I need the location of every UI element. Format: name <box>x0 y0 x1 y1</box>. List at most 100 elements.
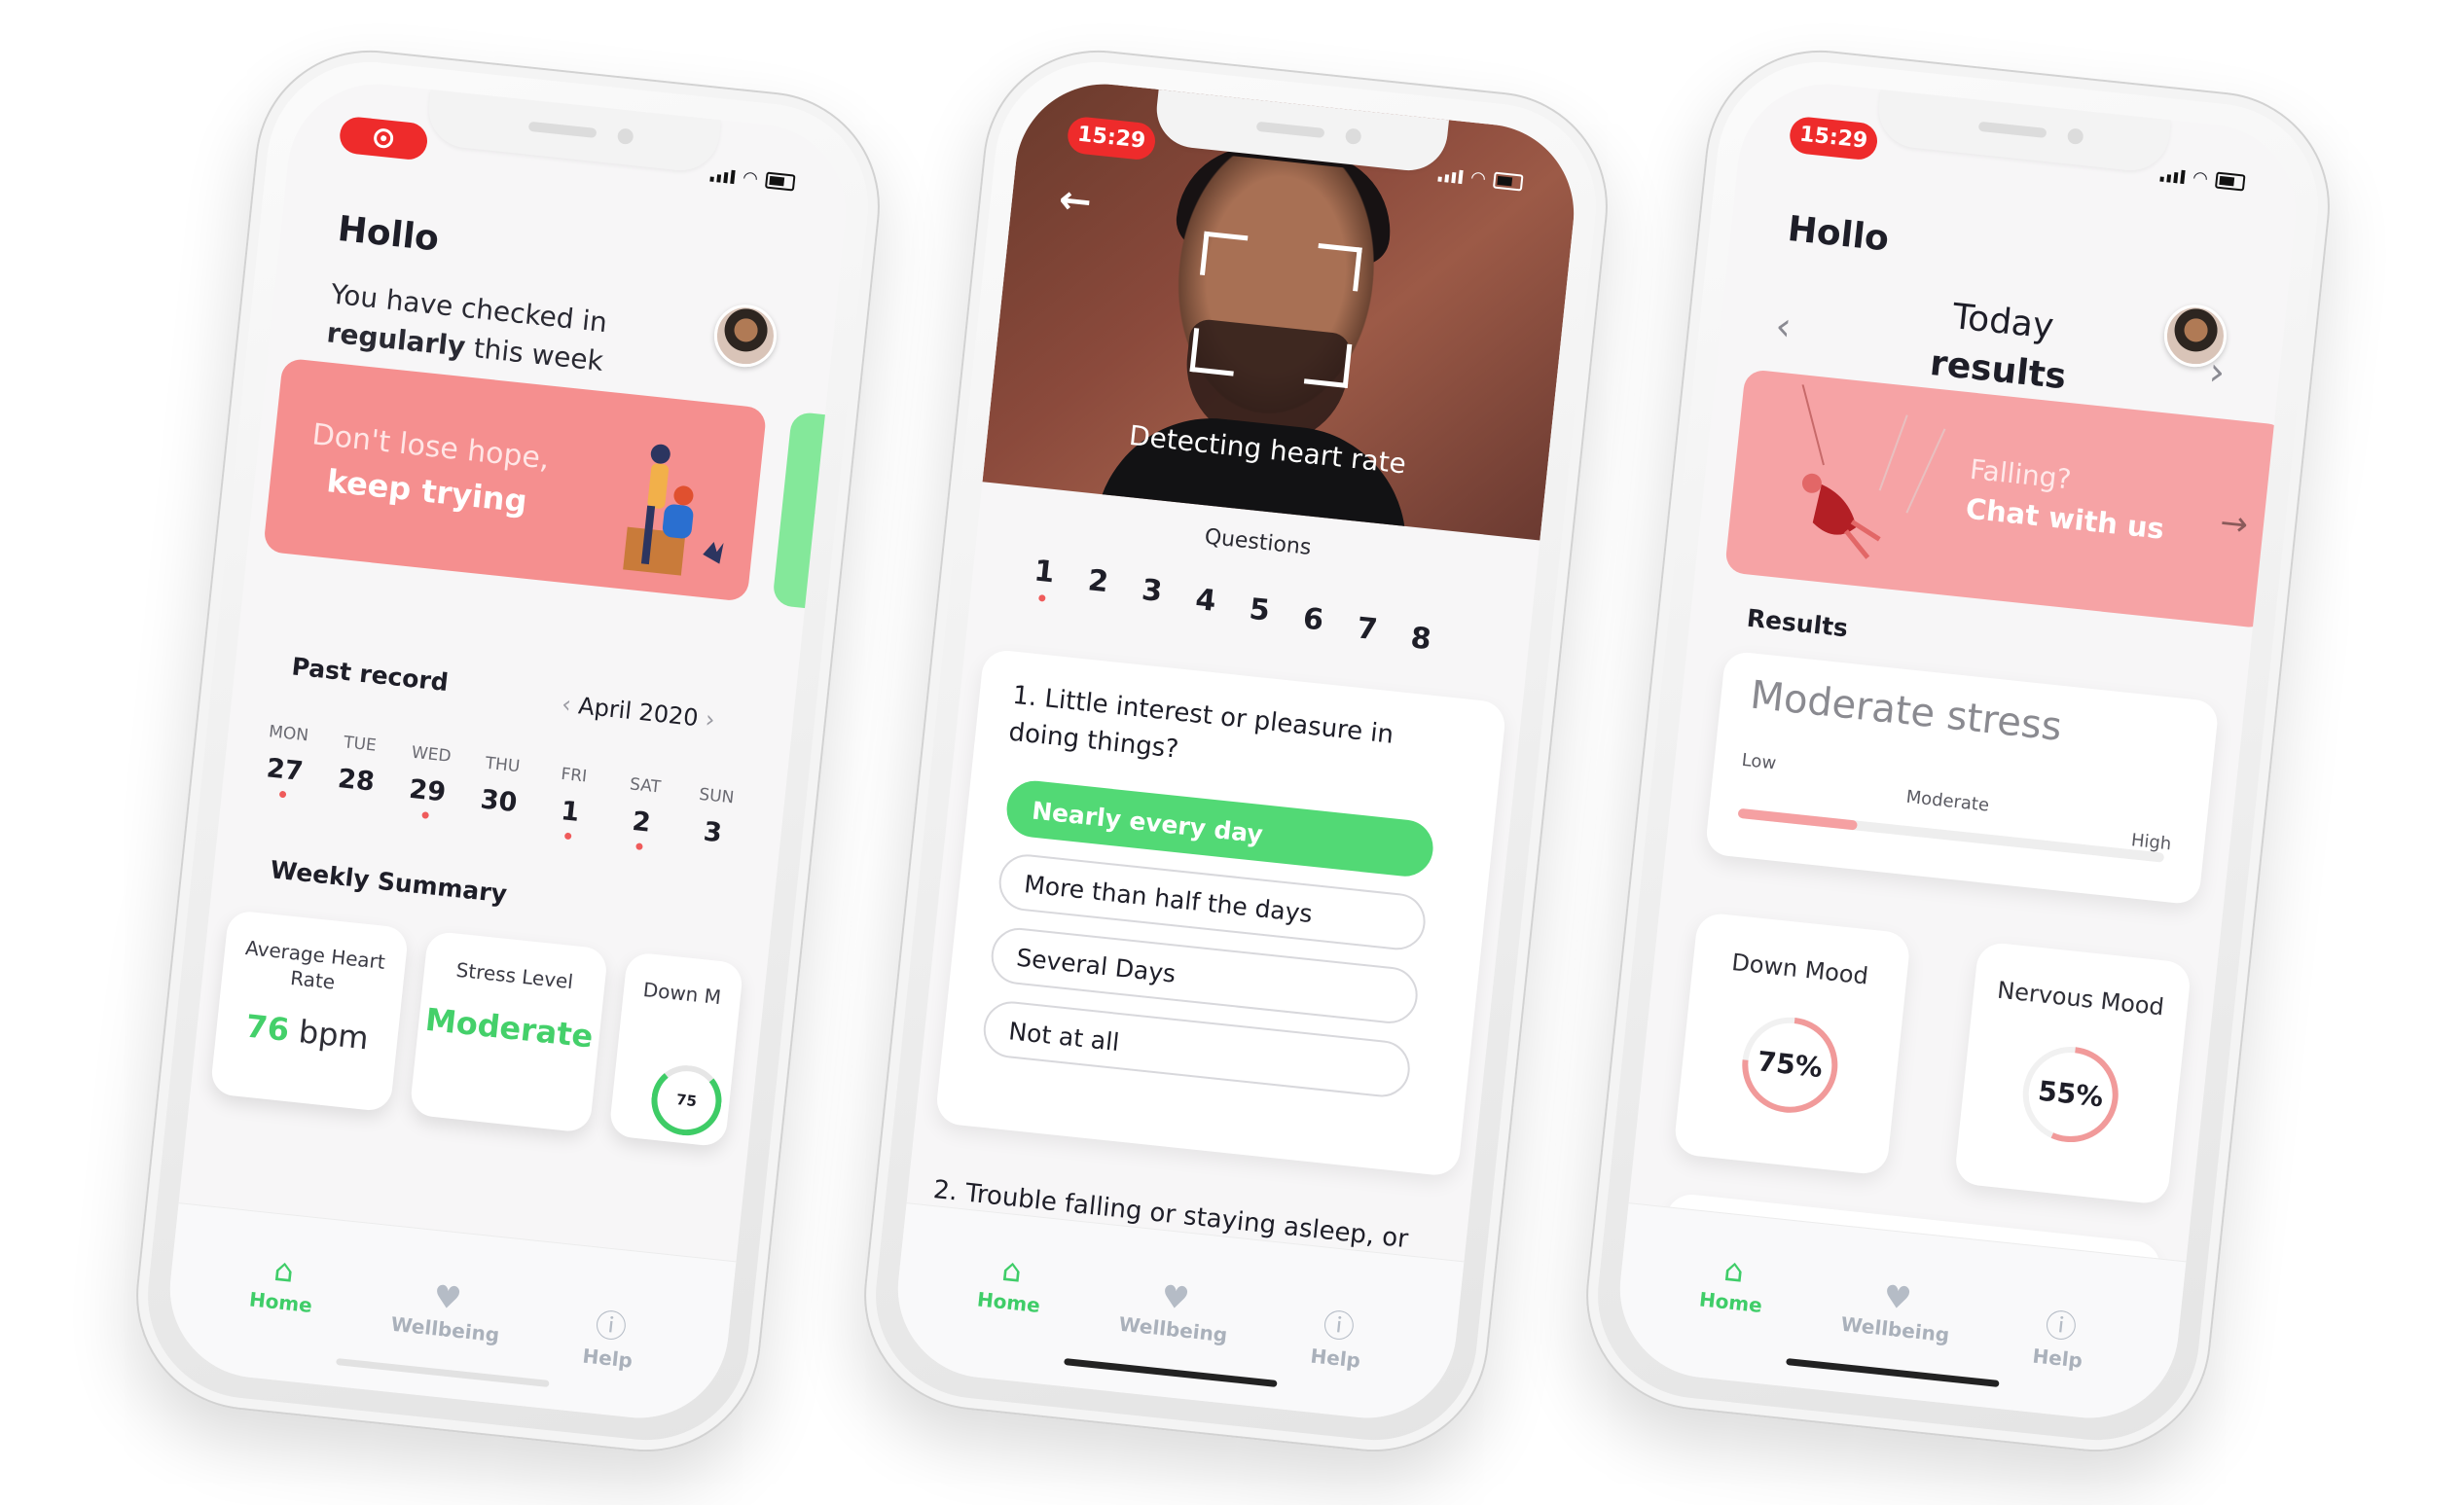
phone-home: ◠ Hollo You have checked in regularly th… <box>125 39 891 1463</box>
day-name: SUN <box>698 784 736 808</box>
stress-level-value: Moderate <box>423 1000 596 1056</box>
calendar-day[interactable]: TUE 28 <box>327 732 386 822</box>
motivation-banner[interactable]: Don't lose hope, keep trying <box>263 357 768 602</box>
home-indicator <box>1786 1358 2000 1387</box>
tab-wellbeing[interactable]: ♥ Wellbeing <box>1118 1273 1231 1346</box>
chat-card-line-2: Chat with us <box>1964 491 2166 546</box>
down-mood-card[interactable]: Down M 75 <box>608 951 744 1148</box>
tab-home[interactable]: ⌂ Home <box>1677 1246 1790 1319</box>
nervous-mood-ring: 55% <box>2011 1036 2129 1154</box>
question-number[interactable]: 7 <box>1353 611 1382 652</box>
questionnaire-screen: 15:29 ◠ Detecting heart rate ← Questions… <box>888 75 1583 1427</box>
results-title: Results <box>1745 603 1850 643</box>
phone-questionnaire: 15:29 ◠ Detecting heart rate ← Questions… <box>852 39 1619 1463</box>
question-number[interactable]: 2 <box>1081 563 1112 623</box>
checkin-dot <box>278 790 286 799</box>
stress-scale-fill <box>1737 807 1859 831</box>
question-card: 1. Little interest or pleasure in doing … <box>934 648 1507 1178</box>
stress-level-card[interactable]: Stress Level Moderate <box>409 930 609 1133</box>
question-number[interactable]: 8 <box>1406 621 1435 658</box>
down-mood-ring: 75% <box>1731 1006 1849 1124</box>
month-selector[interactable]: ‹ April 2020 › <box>561 691 716 734</box>
calendar-day[interactable]: SAT 2 <box>613 773 671 852</box>
scale-moderate: Moderate <box>1904 786 1991 816</box>
nervous-mood-card[interactable]: Nervous Mood 55% <box>1953 941 2192 1205</box>
hug-illustration <box>623 444 724 576</box>
home-indicator <box>336 1358 550 1387</box>
arrow-right-icon: → <box>2218 502 2250 545</box>
record-icon <box>373 127 395 150</box>
checkin-dot <box>420 811 429 819</box>
notch <box>424 89 722 175</box>
question-number[interactable]: 4 <box>1190 583 1220 634</box>
calendar-day[interactable]: FRI 1 <box>542 764 600 845</box>
question-number[interactable]: 5 <box>1244 591 1274 639</box>
scale-low: Low <box>1740 749 1778 774</box>
falling-person-illustration <box>1801 384 1946 559</box>
checkin-dot <box>563 832 572 841</box>
wifi-icon: ◠ <box>742 167 759 190</box>
signal-icon <box>1437 167 1464 184</box>
calendar-day[interactable]: THU 30 <box>470 753 528 838</box>
month-label: April 2020 <box>577 692 700 733</box>
frame-corner-icon <box>1189 328 1238 376</box>
day-number: 2 <box>631 806 653 839</box>
signal-icon <box>709 167 736 184</box>
tab-home[interactable]: ⌂ Home <box>227 1246 340 1319</box>
signal-icon <box>2159 167 2186 184</box>
status-icons: ◠ <box>2159 164 2246 194</box>
down-mood-title: Down Mood <box>1730 948 1870 990</box>
tab-home[interactable]: ⌂ Home <box>955 1246 1068 1319</box>
tab-wellbeing[interactable]: ♥ Wellbeing <box>1840 1273 1953 1346</box>
battery-icon <box>764 171 796 192</box>
question-number-strip: 12345678 <box>1027 554 1437 657</box>
status-icons: ◠ <box>709 164 796 194</box>
greeting: Hollo <box>336 208 441 260</box>
back-arrow-icon[interactable]: ← <box>1057 177 1094 225</box>
heart-rate-value: 76 bpm <box>243 1007 371 1057</box>
calendar-day[interactable]: MON 27 <box>255 722 314 815</box>
frame-corner-icon <box>1303 340 1353 388</box>
recording-indicator <box>338 115 429 161</box>
day-name: THU <box>484 753 522 777</box>
down-mood-card[interactable]: Down Mood 75% <box>1673 912 1912 1176</box>
day-name: FRI <box>560 764 589 787</box>
frame-corner-icon <box>1199 231 1249 280</box>
home-screen: ◠ Hollo You have checked in regularly th… <box>161 75 855 1427</box>
tab-help[interactable]: ⓘ Help <box>2003 1303 2116 1376</box>
checkin-dot <box>634 842 643 850</box>
frame-corner-icon <box>1314 243 1362 292</box>
results-heading-line-1: Today <box>1950 297 2056 347</box>
chevron-left-icon[interactable]: ‹ <box>561 691 572 719</box>
week-strip: MON 27 TUE 28 WED 29 THU 30 FRI 1 SAT 2 SUN 3 <box>255 722 744 860</box>
past-record-title: Past record <box>290 652 451 698</box>
greeting: Hollo <box>1786 208 1891 260</box>
notch <box>1874 89 2172 175</box>
tab-help[interactable]: ⓘ Help <box>553 1303 666 1376</box>
day-number: 28 <box>336 763 377 798</box>
question-number[interactable]: 1 <box>1027 554 1058 617</box>
arrow-right-icon: → <box>811 491 845 535</box>
day-name: MON <box>268 722 309 746</box>
tab-wellbeing[interactable]: ♥ Wellbeing <box>390 1273 503 1346</box>
avatar[interactable] <box>710 301 780 371</box>
tab-bar: ⌂ Home ♥ Wellbeing ⓘ Help <box>1611 1202 2187 1427</box>
day-name: TUE <box>343 733 378 756</box>
chevron-right-icon[interactable]: › <box>704 705 715 734</box>
calendar-day[interactable]: SUN 3 <box>685 784 743 860</box>
stress-card: Moderate stress Low Moderate High <box>1704 650 2220 906</box>
calendar-day[interactable]: WED 29 <box>398 742 457 830</box>
battery-icon <box>2214 171 2246 192</box>
tab-help[interactable]: ⓘ Help <box>1281 1303 1394 1376</box>
stress-level-title: Stress Level <box>454 957 575 994</box>
tab-bar: ⌂ Home ♥ Wellbeing ⓘ Help <box>161 1202 737 1427</box>
down-mood-ring: 75 <box>647 1061 726 1139</box>
next-card[interactable]: → <box>772 411 855 618</box>
stress-scale-track <box>1737 807 2165 863</box>
heart-rate-card[interactable]: Average Heart Rate 76 bpm <box>209 909 410 1113</box>
question-number[interactable]: 6 <box>1298 601 1327 645</box>
question-number[interactable]: 3 <box>1136 573 1167 628</box>
weekly-summary-title: Weekly Summary <box>269 855 509 909</box>
day-number: 1 <box>559 796 581 828</box>
day-number: 3 <box>702 816 724 849</box>
